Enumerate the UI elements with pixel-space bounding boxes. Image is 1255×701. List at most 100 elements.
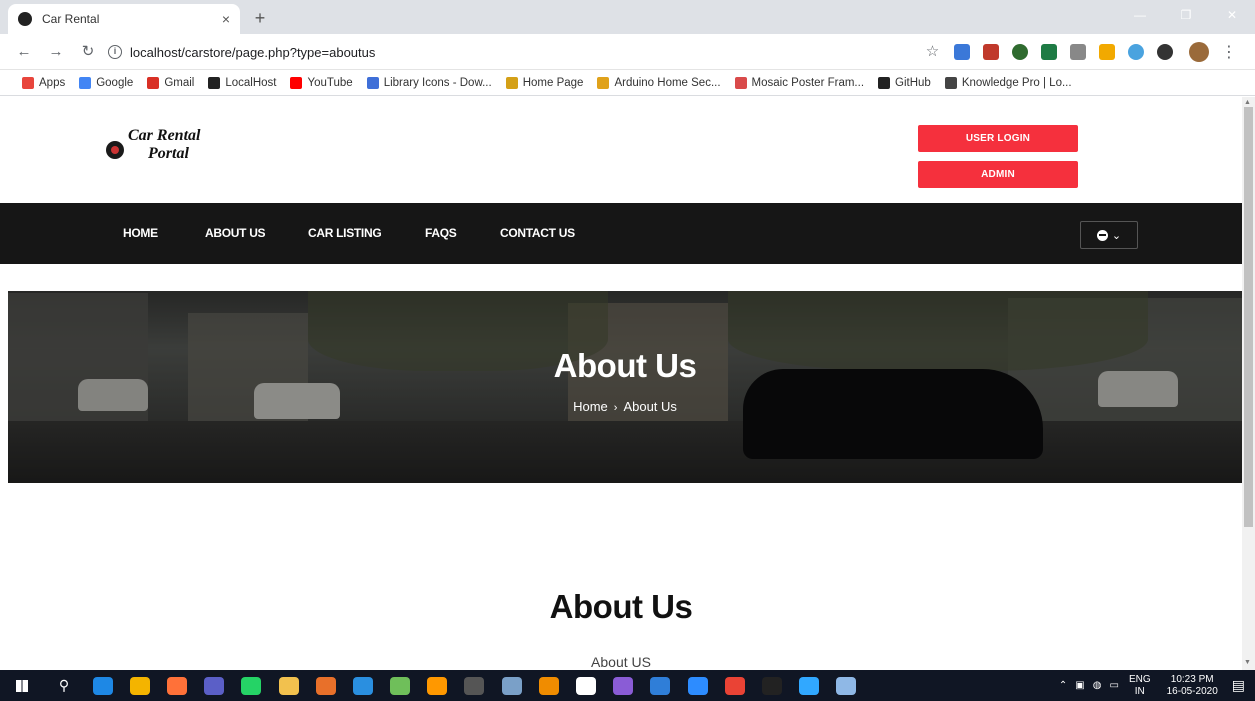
chrome-app-icon[interactable]: [129, 676, 150, 695]
sourcetree-app-icon[interactable]: [650, 676, 671, 695]
breadcrumb-home-link[interactable]: Home: [573, 399, 608, 414]
extension-icon[interactable]: [1156, 44, 1173, 60]
taskbar-clock[interactable]: 10:23 PM 16-05-2020: [1167, 674, 1218, 698]
bookmark-item[interactable]: Home Page: [505, 76, 584, 89]
nav-car-listing[interactable]: CAR LISTING: [308, 203, 382, 264]
page-scrollbar[interactable]: ▲ ▼: [1242, 97, 1255, 670]
extension-icon[interactable]: [1011, 44, 1028, 60]
hero-title: About Us: [553, 347, 697, 384]
whatsapp-app-icon[interactable]: [241, 676, 262, 695]
lang-code: ENG: [1128, 673, 1151, 685]
address-bar[interactable]: i localhost/carstore/page.php?type=about…: [108, 40, 908, 64]
tray-chevron-up-icon[interactable]: ⌃: [1059, 680, 1067, 691]
edge-app-icon[interactable]: [92, 676, 113, 695]
bookmark-icon: [366, 76, 379, 89]
bookmark-label: Library Icons - Dow...: [383, 76, 492, 89]
paint-app-icon[interactable]: [501, 676, 522, 695]
bookmark-item[interactable]: Mosaic Poster Fram...: [734, 76, 865, 89]
app-black-app-icon[interactable]: [761, 676, 782, 695]
profile-avatar[interactable]: [1189, 42, 1209, 62]
firefox-app-icon[interactable]: [166, 676, 187, 695]
tab-close-icon[interactable]: ×: [222, 11, 230, 27]
extension-icon[interactable]: [982, 44, 999, 60]
notepad-app-icon[interactable]: [390, 676, 411, 695]
bookmark-label: Mosaic Poster Fram...: [751, 76, 865, 89]
new-tab-button[interactable]: +: [248, 6, 272, 30]
system-tray: ⌃ ▣ ◍ ▭ ENG IN 10:23 PM 16-05-2020 ▤: [1055, 670, 1255, 701]
tray-app-icon[interactable]: ▣: [1075, 680, 1084, 691]
browser-tab[interactable]: Car Rental ×: [8, 4, 240, 34]
breadcrumb-current: About Us: [623, 399, 677, 414]
bookmark-item[interactable]: LocalHost: [208, 76, 276, 89]
admin-button[interactable]: ADMIN: [918, 161, 1078, 188]
app-orange2-app-icon[interactable]: [538, 676, 559, 695]
page-content: Car Rental Portal USER LOGIN ADMIN HOME …: [0, 97, 1242, 670]
terminal-app-icon[interactable]: [464, 676, 485, 695]
sublime-app-icon[interactable]: [427, 676, 448, 695]
start-button[interactable]: [0, 670, 44, 701]
bookmark-item[interactable]: Apps: [22, 76, 66, 89]
notifications-icon[interactable]: ▤: [1232, 677, 1245, 694]
bookmark-item[interactable]: Knowledge Pro | Lo...: [944, 76, 1072, 89]
photoshop-app-icon[interactable]: [799, 676, 820, 695]
bookmark-item[interactable]: GitHub: [878, 76, 931, 89]
github-app-icon[interactable]: [576, 676, 597, 695]
gmail-app-icon[interactable]: [724, 676, 745, 695]
bookmark-star-icon[interactable]: ☆: [925, 44, 941, 60]
windows-taskbar: ⚲ ⌃ ▣ ◍ ▭ ENG IN 10:23 PM 16-05-2020 ▤: [0, 670, 1255, 701]
site-logo[interactable]: Car Rental Portal: [106, 127, 200, 163]
site-info-icon[interactable]: i: [108, 45, 122, 59]
bookmark-item[interactable]: Google: [79, 76, 134, 89]
scroll-down-icon[interactable]: ▼: [1244, 659, 1251, 666]
network-icon[interactable]: ◍: [1093, 680, 1102, 691]
scrollbar-thumb[interactable]: [1244, 107, 1253, 527]
forward-icon[interactable]: →: [46, 42, 66, 62]
bookmark-item[interactable]: Library Icons - Dow...: [366, 76, 492, 89]
explorer-app-icon[interactable]: [278, 676, 299, 695]
bookmark-icon: [208, 76, 221, 89]
bookmark-icon: [597, 76, 610, 89]
word-app-icon[interactable]: [836, 676, 857, 695]
extension-icon[interactable]: [1127, 44, 1144, 60]
vscode-app-icon[interactable]: [352, 676, 373, 695]
windows-logo-icon: [16, 679, 28, 692]
close-window-icon[interactable]: ✕: [1209, 0, 1255, 30]
minimize-icon[interactable]: —: [1117, 0, 1163, 30]
input-language[interactable]: ENG IN: [1129, 674, 1151, 698]
extensions-area: ☆ ⋮: [918, 42, 1237, 62]
extension-icon[interactable]: [1040, 44, 1057, 60]
restore-icon[interactable]: ❐: [1163, 0, 1209, 30]
browser-menu-icon[interactable]: ⋮: [1221, 42, 1237, 62]
bookmark-icon: [734, 76, 747, 89]
bookmark-label: Home Page: [522, 76, 584, 89]
teams-app-icon[interactable]: [204, 676, 225, 695]
browser-tabstrip: Car Rental × + — ❐ ✕: [0, 0, 1255, 34]
bookmark-item[interactable]: Gmail: [147, 76, 194, 89]
address-url: localhost/carstore/page.php?type=aboutus: [130, 44, 376, 60]
user-login-button[interactable]: USER LOGIN: [918, 125, 1078, 152]
extension-icon[interactable]: [1098, 44, 1115, 60]
nav-contact-us[interactable]: CONTACT US: [500, 203, 575, 264]
nav-about-us[interactable]: ABOUT US: [205, 203, 266, 264]
zoom-app-icon[interactable]: [687, 676, 708, 695]
extension-icon[interactable]: [953, 44, 970, 60]
battery-icon[interactable]: ▭: [1109, 680, 1118, 691]
app-orange-app-icon[interactable]: [315, 676, 336, 695]
back-icon[interactable]: ←: [14, 42, 34, 62]
hero-overlay: [8, 291, 1242, 483]
logo-wheel-icon: [106, 141, 124, 159]
browser-toolbar: ← → ↻ i localhost/carstore/page.php?type…: [0, 34, 1255, 70]
taskbar-apps: [84, 676, 865, 695]
user-menu-button[interactable]: ⌄: [1080, 221, 1138, 249]
nav-faqs[interactable]: FAQS: [425, 203, 457, 264]
extension-icon[interactable]: [1069, 44, 1086, 60]
scroll-up-icon[interactable]: ▲: [1244, 99, 1251, 106]
app-purple-app-icon[interactable]: [613, 676, 634, 695]
search-icon[interactable]: ⚲: [44, 677, 84, 694]
reload-icon[interactable]: ↻: [78, 42, 98, 62]
bookmark-label: Apps: [39, 76, 66, 89]
bookmark-item[interactable]: YouTube: [290, 76, 353, 89]
bookmark-label: Google: [96, 76, 134, 89]
nav-home[interactable]: HOME: [123, 203, 158, 264]
bookmark-item[interactable]: Arduino Home Sec...: [597, 76, 721, 89]
